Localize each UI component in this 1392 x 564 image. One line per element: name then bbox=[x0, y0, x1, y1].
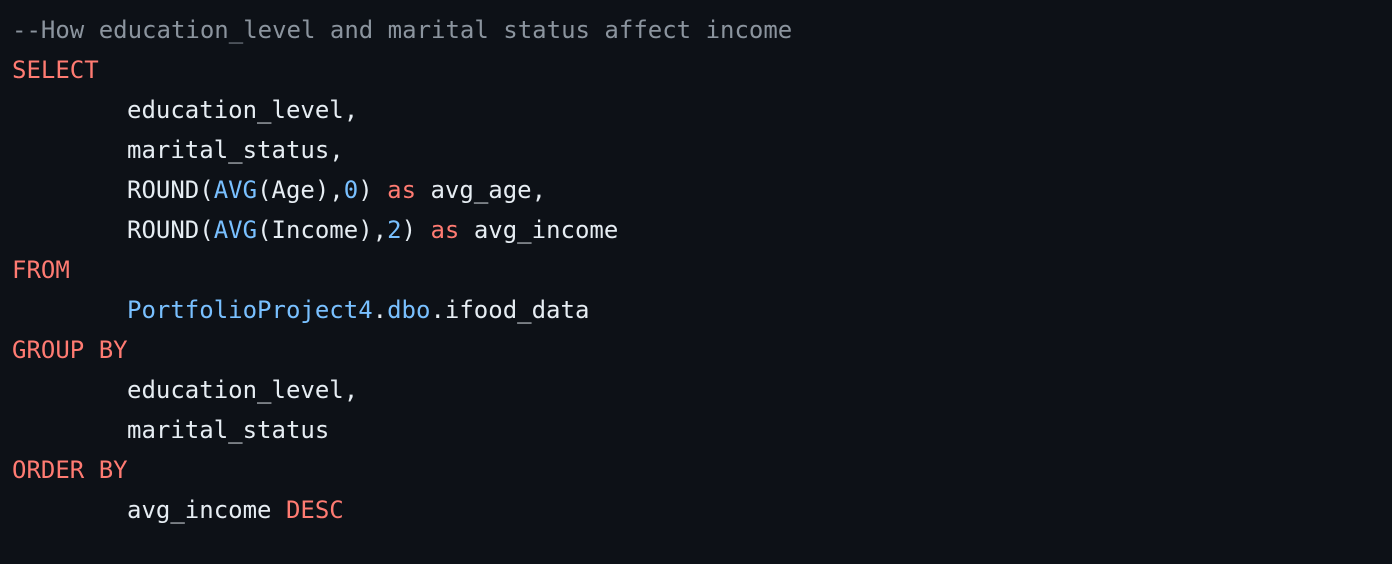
code-line-col1: education_level, bbox=[12, 90, 1380, 130]
keyword-from: FROM bbox=[12, 256, 70, 284]
keyword-select: SELECT bbox=[12, 56, 99, 84]
code-line-avg-income: ROUND(AVG(Income),2) as avg_income bbox=[12, 210, 1380, 250]
code-block: --How education_level and marital status… bbox=[0, 0, 1392, 564]
code-line-comment: --How education_level and marital status… bbox=[12, 10, 1380, 50]
sql-comment: --How education_level and marital status… bbox=[12, 16, 793, 44]
group-column-education-level: education_level, bbox=[127, 376, 359, 404]
keyword-order-by: ORDER BY bbox=[12, 456, 128, 484]
column-education-level: education_level, bbox=[127, 96, 359, 124]
code-line-group-by: GROUP BY bbox=[12, 330, 1380, 370]
close-paren: ) bbox=[401, 216, 417, 244]
schema-name: dbo bbox=[387, 296, 431, 324]
alias-avg-income: avg_income bbox=[473, 216, 619, 244]
code-line-from: FROM bbox=[12, 250, 1380, 290]
code-line-table: PortfolioProject4.dbo.ifood_data bbox=[12, 290, 1380, 330]
code-line-order-col: avg_income DESC bbox=[12, 490, 1380, 530]
keyword-as: as bbox=[430, 216, 460, 244]
keyword-desc: DESC bbox=[285, 496, 344, 524]
arg-income: (Income), bbox=[257, 216, 388, 244]
code-line-select: SELECT bbox=[12, 50, 1380, 90]
alias-avg-age: avg_age, bbox=[430, 176, 547, 204]
close-paren: ) bbox=[358, 176, 373, 204]
func-avg: AVG bbox=[213, 216, 258, 244]
code-line-avg-age: ROUND(AVG(Age),0) as avg_age, bbox=[12, 170, 1380, 210]
func-round: ROUND( bbox=[127, 216, 214, 244]
database-name: PortfolioProject4 bbox=[127, 296, 373, 324]
column-marital-status: marital_status, bbox=[127, 136, 344, 164]
dot-separator: . bbox=[430, 296, 445, 324]
code-line-order-by: ORDER BY bbox=[12, 450, 1380, 490]
func-round: ROUND( bbox=[127, 176, 214, 204]
keyword-group-by: GROUP BY bbox=[12, 336, 128, 364]
code-line-grp-col1: education_level, bbox=[12, 370, 1380, 410]
dot-separator: . bbox=[372, 296, 388, 324]
group-column-marital-status: marital_status bbox=[127, 416, 330, 444]
keyword-as: as bbox=[387, 176, 417, 204]
arg-age: (Age), bbox=[257, 176, 344, 204]
number-zero: 0 bbox=[343, 176, 359, 204]
table-name: ifood_data bbox=[444, 296, 590, 324]
code-line-grp-col2: marital_status bbox=[12, 410, 1380, 450]
number-two: 2 bbox=[387, 216, 402, 244]
order-column: avg_income bbox=[127, 496, 272, 524]
code-line-col2: marital_status, bbox=[12, 130, 1380, 170]
func-avg: AVG bbox=[213, 176, 258, 204]
